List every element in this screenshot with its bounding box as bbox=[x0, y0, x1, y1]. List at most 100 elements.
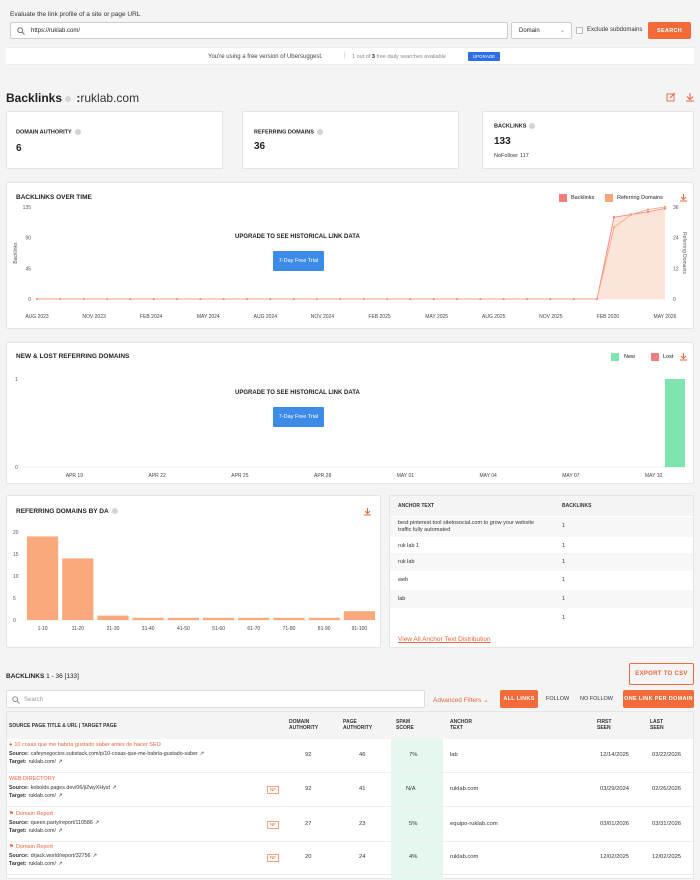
exclude-subdomains-checkbox[interactable] bbox=[576, 27, 583, 34]
target-label: Target: bbox=[9, 828, 27, 834]
col-source[interactable]: SOURCE PAGE TITLE & URL | TARGET PAGE bbox=[9, 723, 117, 729]
source-value[interactable]: drjack.world/report/32756 bbox=[31, 853, 91, 859]
y-tick-left: 90 bbox=[25, 236, 31, 242]
backlinks-point bbox=[502, 298, 505, 300]
table-row: WEB DIRECTORY Source: kobolds.pages.dev/06… bbox=[7, 774, 693, 807]
col-page-authority[interactable]: PAGE AUTHORITY bbox=[343, 719, 383, 731]
external-link-icon[interactable]: ↗ bbox=[58, 759, 62, 765]
source-title-link[interactable]: WEB DIRECTORY bbox=[9, 776, 55, 782]
source-value[interactable]: queen.party/report/110586 bbox=[31, 820, 93, 826]
backlinks-point bbox=[479, 298, 482, 300]
source-title[interactable]: 10 cosas que me habría gustado saber ant… bbox=[14, 742, 160, 748]
advanced-filters-button[interactable]: Advanced Filters ⌄ bbox=[433, 696, 489, 704]
source-title-link[interactable]: ⚑ Domain Report bbox=[9, 811, 53, 817]
col-last-seen[interactable]: LAST SEEN bbox=[650, 719, 672, 731]
x-tick: FEB 2026 bbox=[597, 314, 619, 320]
anchor-text: ruk lab 1 bbox=[398, 543, 420, 549]
y-tick: 0 bbox=[13, 618, 16, 624]
x-tick: APR 28 bbox=[314, 473, 331, 479]
view-all-anchor-link[interactable]: View All Anchor Text Distribution bbox=[398, 636, 491, 643]
backlinks-search-input[interactable]: Search bbox=[6, 690, 425, 708]
source-title[interactable]: WEB DIRECTORY bbox=[9, 776, 55, 782]
page-authority-cell: 23 bbox=[359, 821, 366, 827]
backlinks-point bbox=[246, 298, 248, 300]
one-link-per-domain-button[interactable]: ONE LINK PER DOMAIN bbox=[623, 690, 694, 708]
search-placeholder: Search bbox=[24, 697, 44, 703]
source-title[interactable]: Domain Report bbox=[16, 811, 53, 817]
source-value[interactable]: kobolds.pages.dev/06/jiZwyXHyst bbox=[31, 785, 110, 791]
da-bar bbox=[27, 536, 59, 620]
anchor-col-header: ANCHOR TEXT bbox=[398, 503, 435, 509]
domain-select[interactable]: Domain ⌄ bbox=[511, 22, 572, 39]
info-icon bbox=[111, 508, 118, 515]
url-input[interactable]: https://ruklab.com/ bbox=[10, 22, 508, 39]
external-link-icon[interactable]: ↗ bbox=[95, 820, 99, 826]
target-url[interactable]: Target: ruklab.com/↗ bbox=[9, 828, 62, 834]
backlinks-point bbox=[432, 298, 435, 300]
domain-authority-cell: 20 bbox=[305, 854, 312, 860]
tab-follow[interactable]: FOLLOW bbox=[546, 696, 569, 702]
search-button[interactable]: SEARCH bbox=[648, 22, 691, 39]
target-value[interactable]: ruklab.com/ bbox=[29, 793, 56, 799]
col-domain-authority[interactable]: DOMAIN AUTHORITY bbox=[289, 719, 329, 731]
backlinks-point bbox=[106, 298, 108, 300]
referring-domains-point bbox=[629, 213, 633, 216]
tab-all-links[interactable]: ALL LINKS bbox=[500, 690, 538, 708]
target-value[interactable]: ruklab.com/ bbox=[29, 861, 56, 867]
source-title-link[interactable]: ⚑ Domain Report bbox=[9, 844, 53, 850]
x-tick: NOV 2024 bbox=[311, 314, 335, 320]
target-url[interactable]: Target: ruklab.com/↗ bbox=[9, 861, 62, 867]
page-authority-cell: 46 bbox=[359, 752, 366, 758]
banner-count: 1 out of 3 free daily searches available bbox=[352, 54, 446, 60]
chart-title: REFERRING DOMAINS BY DA bbox=[16, 508, 109, 515]
external-link-icon[interactable]: ↗ bbox=[58, 828, 62, 834]
target-url[interactable]: Target: ruklab.com/↗ bbox=[9, 759, 62, 765]
legend-lost: Lost bbox=[663, 354, 674, 360]
y-tick: 5 bbox=[13, 596, 16, 602]
backlinks-point bbox=[612, 216, 616, 219]
external-link-icon[interactable]: ↗ bbox=[58, 861, 62, 867]
target-url[interactable]: Target: ruklab.com/↗ bbox=[9, 793, 62, 799]
external-link-icon[interactable]: ↗ bbox=[93, 853, 97, 859]
anchor-text: lab bbox=[398, 596, 406, 602]
free-trial-button[interactable]: 7-Day Free Trial bbox=[273, 251, 324, 271]
source-url[interactable]: Source: cafeynegocios.substack.com/p/10-c… bbox=[9, 751, 204, 757]
da-bar bbox=[62, 558, 94, 620]
source-title[interactable]: Domain Report bbox=[16, 844, 53, 850]
external-link-icon[interactable]: ↗ bbox=[112, 785, 116, 791]
domain-authority-cell: 92 bbox=[305, 752, 312, 758]
source-title-link[interactable]: ● 10 cosas que me habría gustado saber an… bbox=[9, 742, 161, 748]
download-icon[interactable] bbox=[685, 92, 695, 102]
backlinks-point bbox=[129, 298, 132, 300]
da-label: DOMAIN AUTHORITY bbox=[16, 129, 72, 136]
upgrade-button[interactable]: UPGRADE bbox=[468, 52, 500, 61]
x-tick: MAY 2026 bbox=[654, 314, 677, 320]
edit-icon[interactable] bbox=[666, 92, 676, 102]
anchor-text: best pinterest tool sitetosocial.com to … bbox=[398, 520, 535, 533]
source-value[interactable]: cafeynegocios.substack.com/p/10-cosas-qu… bbox=[31, 751, 198, 757]
col-first-seen[interactable]: FIRST SEEN bbox=[597, 719, 619, 731]
target-value[interactable]: ruklab.com/ bbox=[29, 759, 56, 765]
x-tick: 21-30 bbox=[107, 626, 120, 632]
last-seen-cell: 02/26/2026 bbox=[652, 786, 682, 792]
source-url[interactable]: Source: drjack.world/report/32756 ↗ bbox=[9, 853, 97, 859]
export-csv-button[interactable]: EXPORT TO CSV bbox=[629, 663, 694, 685]
backlinks-table: SOURCE PAGE TITLE & URL | TARGET PAGE DO… bbox=[6, 711, 694, 880]
target-value[interactable]: ruklab.com/ bbox=[29, 828, 56, 834]
free-trial-button[interactable]: 7-Day Free Trial bbox=[273, 407, 324, 427]
col-anchor-text[interactable]: ANCHOR TEXT bbox=[450, 719, 480, 731]
source-url[interactable]: Source: queen.party/report/110586 ↗ bbox=[9, 820, 99, 826]
tab-no-follow[interactable]: NO FOLLOW bbox=[580, 696, 613, 702]
da-bar bbox=[167, 617, 199, 620]
external-link-icon[interactable]: ↗ bbox=[200, 751, 204, 757]
download-icon[interactable] bbox=[363, 507, 372, 516]
source-url[interactable]: Source: kobolds.pages.dev/06/jiZwyXHyst ↗ bbox=[9, 785, 116, 791]
external-link-icon[interactable]: ↗ bbox=[58, 793, 62, 799]
x-tick: 61-70 bbox=[247, 626, 260, 632]
backlinks-point bbox=[646, 210, 650, 213]
download-icon[interactable] bbox=[679, 352, 688, 361]
anchor-count: 1 bbox=[562, 577, 566, 583]
col-spam-score[interactable]: SPAM SCORE bbox=[396, 719, 420, 731]
x-tick: APR 19 bbox=[66, 473, 83, 479]
da-bar bbox=[203, 617, 235, 620]
